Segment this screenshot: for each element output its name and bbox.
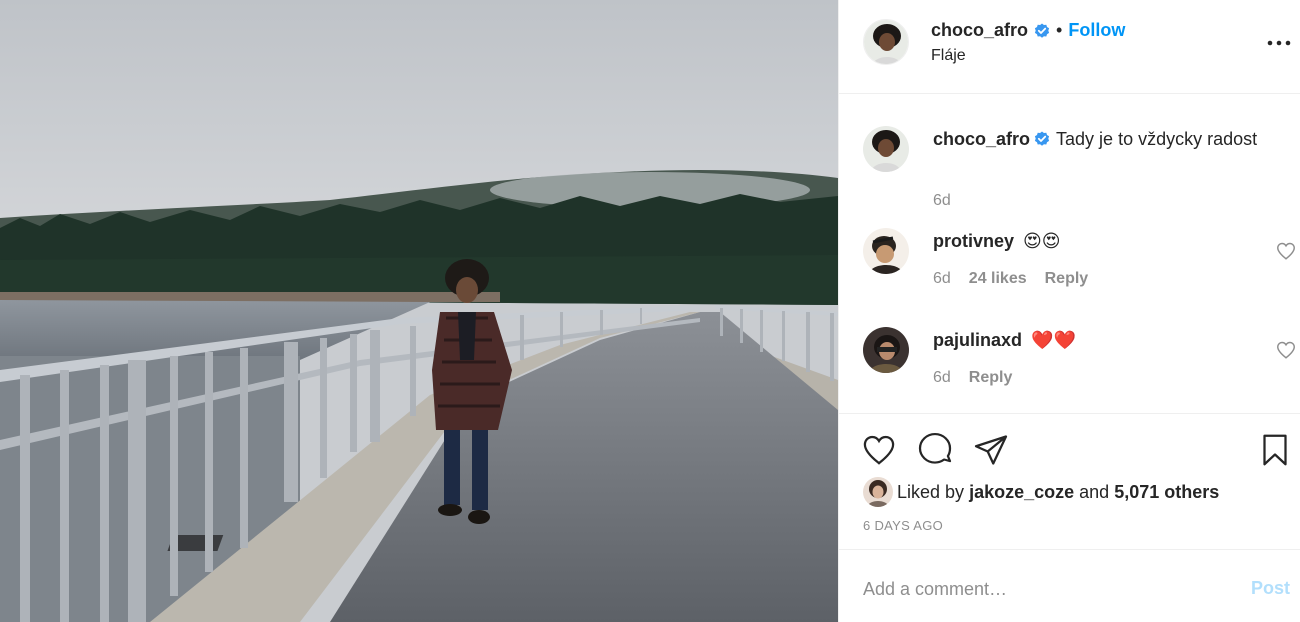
liked-by-prefix: Liked by [897,481,965,502]
comment-likes[interactable]: 24 likes [969,270,1027,287]
more-options-icon[interactable] [1267,36,1291,50]
comment-avatar[interactable] [863,327,909,373]
comment-avatar[interactable] [863,228,909,274]
caption-age[interactable]: 6d [933,192,951,209]
comment-meta: 6d Reply [933,369,1030,387]
heart-icon[interactable] [861,432,897,468]
liker-avatar[interactable] [863,477,893,507]
comment-age[interactable]: 6d [933,270,951,287]
caption-text: Tady je to vždycky radost [1056,129,1258,149]
author-avatar[interactable] [863,19,909,65]
comment-bubble-icon[interactable] [917,432,953,468]
caption-username[interactable]: choco_afro [933,129,1030,149]
post-timestamp[interactable]: 6 DAYS AGO [863,518,943,533]
liked-by-user[interactable]: jakoze_coze [969,482,1074,503]
post-details-panel: choco_afro • Follow Fláje choco_afro Tad… [838,0,1300,622]
comments-list: choco_afro Tady je to vždycky radost 6d p… [839,94,1300,414]
follow-button[interactable]: Follow [1068,20,1125,41]
verified-badge-icon [1034,128,1050,146]
add-comment-bar: Post [839,550,1300,622]
verified-badge-icon [1034,23,1050,39]
post-photo[interactable] [0,0,838,622]
liked-by: Liked by jakoze_coze and 5,071 others [863,477,1219,507]
paper-plane-icon[interactable] [973,432,1009,468]
reply-button[interactable]: Reply [1045,270,1089,287]
comment-body: protivney 😍😍 [933,228,1263,254]
likes-count[interactable]: 5,071 others [1114,482,1219,503]
caption-body: choco_afro Tady je to vždycky radost [933,126,1263,152]
post-header: choco_afro • Follow Fláje [839,0,1300,94]
comment-username[interactable]: protivney [933,231,1014,251]
comment-username[interactable]: pajulinaxd [933,330,1022,350]
caption-meta: 6d [933,192,969,210]
post-comment-button[interactable]: Post [1251,578,1290,599]
comment-meta: 6d 24 likes Reply [933,270,1106,288]
author-line: choco_afro • Follow [931,20,1125,41]
comment-like-heart-icon[interactable] [1275,240,1297,262]
reply-button[interactable]: Reply [969,369,1013,386]
separator-dot: • [1056,20,1063,40]
photo-image [0,0,838,622]
comment-age[interactable]: 6d [933,369,951,386]
post-actions: Liked by jakoze_coze and 5,071 others 6 … [839,414,1300,550]
bookmark-icon[interactable] [1257,432,1293,468]
comment-like-heart-icon[interactable] [1275,339,1297,361]
caption-avatar[interactable] [863,126,909,172]
post-location[interactable]: Fláje [931,47,966,65]
liked-by-joiner: and [1079,481,1110,502]
author-username[interactable]: choco_afro [931,20,1028,41]
comment-body: pajulinaxd ❤️❤️ [933,327,1263,353]
comment-input[interactable] [863,574,1223,604]
comment-text: 😍😍 [1023,231,1061,251]
comment-text: ❤️❤️ [1031,330,1076,350]
